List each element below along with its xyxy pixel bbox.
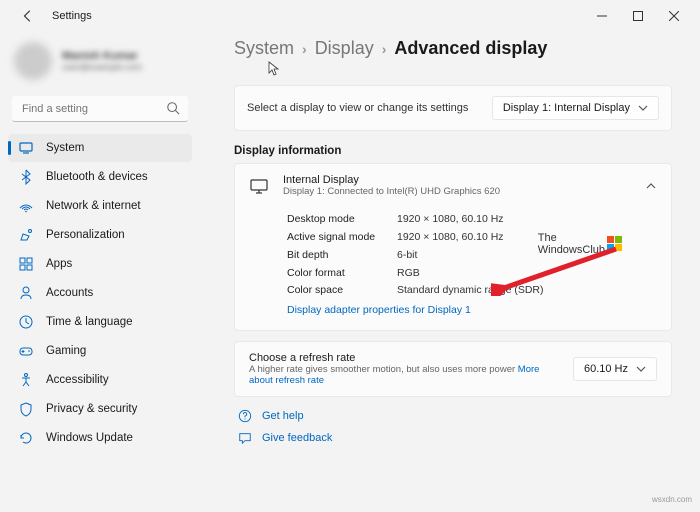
- sidebar-item-label: Windows Update: [46, 432, 133, 444]
- sidebar-item-label: Privacy & security: [46, 403, 137, 415]
- main-content: System › Display › Advanced display Sele…: [200, 32, 700, 495]
- chevron-down-icon: [638, 103, 648, 113]
- avatar: [14, 42, 52, 80]
- kv-row: Color formatRGB: [287, 265, 657, 283]
- display-info-card: Internal Display Display 1: Connected to…: [234, 163, 672, 331]
- kv-row: Color spaceStandard dynamic range (SDR): [287, 282, 657, 300]
- sidebar-item-accessibility[interactable]: Accessibility: [8, 366, 192, 394]
- nav-list: System Bluetooth & devices Network & int…: [4, 134, 196, 452]
- user-email: user@example.com: [62, 62, 142, 72]
- page-title: Advanced display: [394, 38, 547, 59]
- kv-row: Active signal mode1920 × 1080, 60.10 Hz: [287, 229, 657, 247]
- display-selector-desc: Select a display to view or change its s…: [247, 102, 468, 114]
- user-text: Manish Kumar user@example.com: [62, 50, 142, 72]
- back-arrow-icon: [21, 9, 35, 23]
- search-input[interactable]: [12, 96, 188, 122]
- dropdown-value: 60.10 Hz: [584, 363, 628, 375]
- refresh-sub: A higher rate gives smoother motion, but…: [249, 364, 549, 386]
- kv-row: Bit depth6-bit: [287, 247, 657, 265]
- accessibility-icon: [18, 372, 34, 388]
- close-button[interactable]: [656, 2, 692, 30]
- time-icon: [18, 314, 34, 330]
- sidebar-item-label: Personalization: [46, 229, 125, 241]
- info-body: Desktop mode1920 × 1080, 60.10 Hz Active…: [235, 207, 671, 330]
- display-name: Internal Display: [283, 174, 500, 186]
- personalization-icon: [18, 227, 34, 243]
- sidebar-item-label: Network & internet: [46, 200, 141, 212]
- chevron-right-icon: ›: [302, 41, 307, 57]
- info-header[interactable]: Internal Display Display 1: Connected to…: [235, 164, 671, 207]
- monitor-icon: [249, 176, 269, 196]
- titlebar: Settings: [0, 0, 700, 32]
- display-selector-card: Select a display to view or change its s…: [234, 85, 672, 131]
- sidebar-item-update[interactable]: Windows Update: [8, 424, 192, 452]
- chevron-down-icon: [636, 364, 646, 374]
- sidebar-item-label: Accessibility: [46, 374, 109, 386]
- maximize-button[interactable]: [620, 2, 656, 30]
- dropdown-value: Display 1: Internal Display: [503, 102, 630, 114]
- feedback-icon: [238, 431, 252, 445]
- maximize-icon: [633, 11, 643, 21]
- close-icon: [669, 11, 679, 21]
- get-help-link[interactable]: Get help: [238, 409, 672, 423]
- sidebar-item-gaming[interactable]: Gaming: [8, 337, 192, 365]
- window-title: Settings: [52, 10, 92, 22]
- refresh-title: Choose a refresh rate: [249, 352, 549, 364]
- search-wrap: [12, 96, 188, 122]
- give-feedback-link[interactable]: Give feedback: [238, 431, 672, 445]
- breadcrumb: System › Display › Advanced display: [234, 38, 672, 59]
- sidebar-item-apps[interactable]: Apps: [8, 250, 192, 278]
- sidebar-item-label: Bluetooth & devices: [46, 171, 148, 183]
- chevron-right-icon: ›: [382, 41, 387, 57]
- sidebar-item-personalization[interactable]: Personalization: [8, 221, 192, 249]
- cursor-icon: [268, 61, 280, 77]
- network-icon: [18, 198, 34, 214]
- sidebar-item-label: Gaming: [46, 345, 86, 357]
- footer-links: Get help Give feedback: [238, 409, 672, 445]
- system-icon: [18, 140, 34, 156]
- sidebar-item-label: System: [46, 142, 84, 154]
- accounts-icon: [18, 285, 34, 301]
- sidebar-item-privacy[interactable]: Privacy & security: [8, 395, 192, 423]
- sidebar-item-label: Apps: [46, 258, 72, 270]
- user-block[interactable]: Manish Kumar user@example.com: [4, 38, 196, 90]
- chevron-up-icon: [645, 180, 657, 192]
- display-connection: Display 1: Connected to Intel(R) UHD Gra…: [283, 186, 500, 197]
- user-name: Manish Kumar: [62, 50, 142, 62]
- help-icon: [238, 409, 252, 423]
- search-icon: [166, 101, 180, 115]
- sidebar-item-label: Time & language: [46, 316, 133, 328]
- sidebar-item-network[interactable]: Network & internet: [8, 192, 192, 220]
- breadcrumb-display[interactable]: Display: [315, 38, 374, 59]
- apps-icon: [18, 256, 34, 272]
- breadcrumb-system[interactable]: System: [234, 38, 294, 59]
- bluetooth-icon: [18, 169, 34, 185]
- minimize-button[interactable]: [584, 2, 620, 30]
- window-controls: [584, 2, 692, 30]
- image-credit: wsxdn.com: [0, 495, 700, 504]
- sidebar: Manish Kumar user@example.com System Blu…: [0, 32, 200, 495]
- display-selector-dropdown[interactable]: Display 1: Internal Display: [492, 96, 659, 120]
- refresh-rate-card: Choose a refresh rate A higher rate give…: [234, 341, 672, 397]
- gaming-icon: [18, 343, 34, 359]
- sidebar-item-accounts[interactable]: Accounts: [8, 279, 192, 307]
- section-title: Display information: [234, 145, 672, 157]
- sidebar-item-time[interactable]: Time & language: [8, 308, 192, 336]
- kv-row: Desktop mode1920 × 1080, 60.10 Hz: [287, 211, 657, 229]
- refresh-rate-dropdown[interactable]: 60.10 Hz: [573, 357, 657, 381]
- sidebar-item-label: Accounts: [46, 287, 93, 299]
- back-button[interactable]: [14, 2, 42, 30]
- sidebar-item-bluetooth[interactable]: Bluetooth & devices: [8, 163, 192, 191]
- update-icon: [18, 430, 34, 446]
- sidebar-item-system[interactable]: System: [8, 134, 192, 162]
- privacy-icon: [18, 401, 34, 417]
- minimize-icon: [597, 11, 607, 21]
- settings-window: Settings Manish Kumar user@example.com: [0, 0, 700, 495]
- adapter-properties-link[interactable]: Display adapter properties for Display 1: [287, 304, 471, 316]
